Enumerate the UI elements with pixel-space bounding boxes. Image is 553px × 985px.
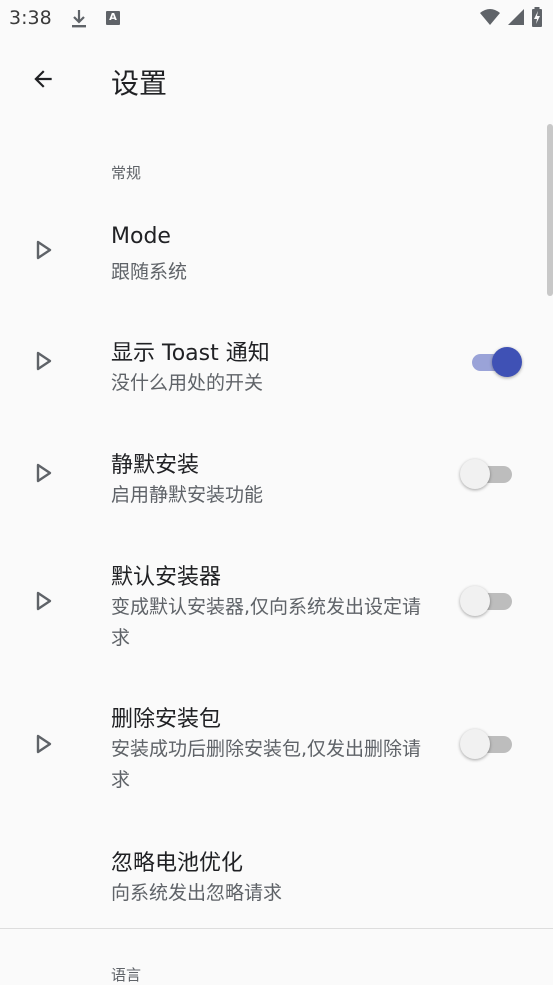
- status-time: 3:38: [9, 7, 52, 29]
- switch-thumb: [460, 586, 490, 616]
- pref-delete-package-title: 删除安装包: [111, 707, 222, 732]
- default-installer-switch[interactable]: [460, 583, 522, 619]
- switch-thumb: [460, 459, 490, 489]
- switch-thumb: [460, 729, 490, 759]
- back-button[interactable]: [22, 60, 64, 102]
- notification-app-icon: A: [106, 11, 120, 25]
- section-divider: [0, 928, 553, 929]
- pref-silent-install-title: 静默安装: [111, 453, 200, 478]
- delete-package-switch[interactable]: [460, 726, 522, 762]
- switch-thumb: [492, 347, 522, 377]
- pref-delete-package-summary: 安装成功后删除安装包,仅发出删除请求: [111, 738, 422, 791]
- play-arrow-icon: [34, 733, 54, 755]
- arrow-back-icon: [30, 66, 56, 96]
- play-arrow-icon: [34, 462, 54, 484]
- page-title: 设置: [111, 67, 168, 100]
- battery-charging-icon: [531, 7, 543, 31]
- pref-mode[interactable]: Mode 跟随系统: [0, 224, 553, 294]
- play-arrow-icon: [34, 239, 54, 261]
- pref-delete-package[interactable]: 删除安装包 安装成功后删除安装包,仅发出删除请求: [0, 701, 553, 799]
- pref-default-installer[interactable]: 默认安装器 变成默认安装器,仅向系统发出设定请求: [0, 559, 553, 657]
- pref-mode-title: Mode: [111, 224, 171, 249]
- pref-show-toast-summary: 没什么用处的开关: [111, 372, 264, 394]
- pref-silent-install-summary: 启用静默安装功能: [111, 484, 264, 506]
- section-header-language: 语言: [111, 966, 142, 984]
- section-header-general: 常规: [111, 164, 142, 182]
- toast-switch[interactable]: [460, 344, 522, 380]
- pref-default-installer-summary: 变成默认安装器,仅向系统发出设定请求: [111, 596, 422, 649]
- app-bar: 设置: [0, 38, 553, 122]
- pref-ignore-battery-title: 忽略电池优化: [111, 851, 244, 876]
- pref-mode-summary: 跟随系统: [111, 261, 188, 283]
- download-icon: [70, 9, 88, 33]
- cellular-signal-icon: [507, 8, 525, 30]
- status-bar: 3:38 A: [0, 0, 553, 38]
- pref-show-toast-title: 显示 Toast 通知: [111, 341, 270, 366]
- pref-ignore-battery-summary: 向系统发出忽略请求: [111, 882, 283, 904]
- silent-install-switch[interactable]: [460, 456, 522, 492]
- wifi-icon: [479, 8, 501, 30]
- pref-ignore-battery-optimization[interactable]: 忽略电池优化 向系统发出忽略请求: [0, 845, 553, 915]
- pref-silent-install[interactable]: 静默安装 启用静默安装功能: [0, 447, 553, 517]
- pref-default-installer-title: 默认安装器: [111, 565, 222, 590]
- pref-show-toast[interactable]: 显示 Toast 通知 没什么用处的开关: [0, 335, 553, 405]
- status-indicators: [479, 7, 543, 31]
- play-arrow-icon: [34, 350, 54, 372]
- play-arrow-icon: [34, 590, 54, 612]
